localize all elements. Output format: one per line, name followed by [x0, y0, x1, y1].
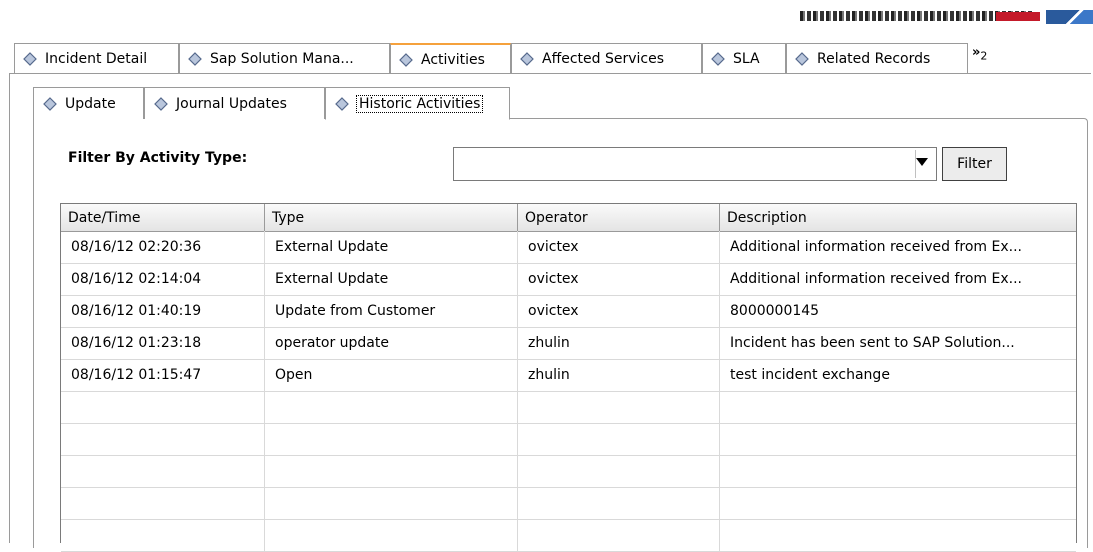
- tab-sla[interactable]: SLA: [702, 43, 786, 73]
- table-cell: operator update: [265, 327, 518, 359]
- table-row[interactable]: 08/16/12 02:14:04 External Update ovictex A…: [61, 263, 1076, 296]
- column-header-type[interactable]: Type: [265, 204, 518, 231]
- table-cell: [518, 391, 720, 423]
- column-header-date-time[interactable]: Date/Time: [61, 204, 265, 231]
- empty-table-row: [61, 455, 1076, 488]
- table-cell: [265, 519, 518, 551]
- table-cell: [61, 519, 265, 551]
- table-cell: [720, 391, 1076, 423]
- table-cell: [720, 455, 1076, 487]
- tab-label: Sap Solution Mana...: [210, 50, 354, 67]
- tab-label: SLA: [733, 50, 760, 67]
- table-row[interactable]: 08/16/12 01:15:47 Open zhulin test incident…: [61, 359, 1076, 392]
- tab-related-records[interactable]: Related Records: [786, 43, 968, 73]
- table-row[interactable]: 08/16/12 01:23:18 operator update zhulin In…: [61, 327, 1076, 360]
- diamond-icon: [399, 52, 413, 67]
- table-cell: [720, 487, 1076, 519]
- table-cell: [61, 391, 265, 423]
- table-cell: [518, 423, 720, 455]
- tab-overflow-button[interactable]: »2: [972, 45, 987, 63]
- table-cell: test incident exchange: [730, 367, 890, 383]
- table-cell: [518, 519, 720, 551]
- activities-table: Date/Time Type Operator Description 08/1…: [60, 203, 1077, 552]
- filter-button[interactable]: Filter: [942, 147, 1007, 181]
- table-cell: [265, 455, 518, 487]
- table-cell: [518, 455, 720, 487]
- tab-label: Related Records: [817, 50, 931, 67]
- table-cell: Incident has been sent to SAP Solution..…: [730, 335, 1015, 351]
- diamond-icon: [795, 51, 809, 66]
- table-cell: ovictex: [518, 263, 720, 295]
- table-cell: Additional information received from Ex.…: [730, 271, 1022, 287]
- tab-label: Activities: [421, 51, 485, 68]
- table-cell: External Update: [265, 231, 518, 263]
- subtab-journal-updates[interactable]: Journal Updates: [144, 87, 325, 119]
- table-cell: [518, 487, 720, 519]
- table-cell: 08/16/12 01:40:19: [61, 295, 265, 327]
- table-cell: zhulin: [518, 359, 720, 391]
- table-cell: Update from Customer: [265, 295, 518, 327]
- diamond-icon: [154, 96, 168, 111]
- table-cell: [61, 487, 265, 519]
- empty-table-row: [61, 391, 1076, 424]
- table-row[interactable]: 08/16/12 02:20:36 External Update ovictex A…: [61, 231, 1076, 264]
- table-row[interactable]: 08/16/12 01:40:19 Update from Customer ovi…: [61, 295, 1076, 328]
- table-cell: External Update: [265, 263, 518, 295]
- overflow-count: 2: [980, 49, 988, 63]
- tab-sap-solution-manager[interactable]: Sap Solution Mana...: [179, 43, 390, 73]
- table-cell: zhulin: [518, 327, 720, 359]
- table-cell: ovictex: [518, 295, 720, 327]
- subtab-historic-activities[interactable]: Historic Activities: [325, 87, 510, 120]
- table-cell: [61, 455, 265, 487]
- table-cell: 08/16/12 01:23:18: [61, 327, 265, 359]
- chevron-down-icon: [916, 158, 928, 166]
- table-cell: Open: [265, 359, 518, 391]
- table-cell: 08/16/12 02:14:04: [61, 263, 265, 295]
- tab-label: Incident Detail: [45, 50, 148, 67]
- subtab-label: Journal Updates: [176, 95, 287, 112]
- tab-label: Affected Services: [542, 50, 665, 67]
- subtab-label: Historic Activities: [355, 94, 484, 113]
- filter-label: Filter By Activity Type:: [68, 150, 248, 166]
- table-cell: [265, 423, 518, 455]
- tab-incident-detail[interactable]: Incident Detail: [14, 43, 179, 73]
- diamond-icon: [711, 51, 725, 66]
- subtab-label: Update: [65, 95, 116, 112]
- table-cell: Additional information received from Ex.…: [730, 239, 1022, 255]
- table-cell: 8000000145: [730, 303, 820, 319]
- dropdown-button[interactable]: [915, 150, 934, 178]
- diamond-icon: [188, 51, 202, 66]
- main-tab-strip: Incident Detail Sap Solution Mana... Act…: [14, 43, 1074, 74]
- table-cell: ovictex: [518, 231, 720, 263]
- table-header: Date/Time Type Operator Description: [61, 204, 1076, 232]
- subtab-update[interactable]: Update: [33, 87, 144, 119]
- table-cell: [720, 423, 1076, 455]
- table-cell: 08/16/12 02:20:36: [61, 231, 265, 263]
- diamond-icon: [23, 51, 37, 66]
- table-cell: [265, 391, 518, 423]
- activity-type-select[interactable]: [453, 147, 937, 181]
- diamond-icon: [335, 96, 349, 111]
- empty-table-row: [61, 519, 1076, 552]
- tab-activities[interactable]: Activities: [390, 43, 511, 74]
- diamond-icon: [520, 51, 534, 66]
- tab-affected-services[interactable]: Affected Services: [511, 43, 702, 73]
- table-cell: 08/16/12 01:15:47: [61, 359, 265, 391]
- diamond-icon: [43, 96, 57, 111]
- table-cell: [61, 423, 265, 455]
- table-cell: [720, 519, 1076, 551]
- empty-table-row: [61, 487, 1076, 520]
- column-header-description[interactable]: Description: [720, 204, 1076, 231]
- table-cell: [265, 487, 518, 519]
- brand-logo: [800, 10, 1093, 24]
- empty-table-row: [61, 423, 1076, 456]
- column-header-operator[interactable]: Operator: [518, 204, 720, 231]
